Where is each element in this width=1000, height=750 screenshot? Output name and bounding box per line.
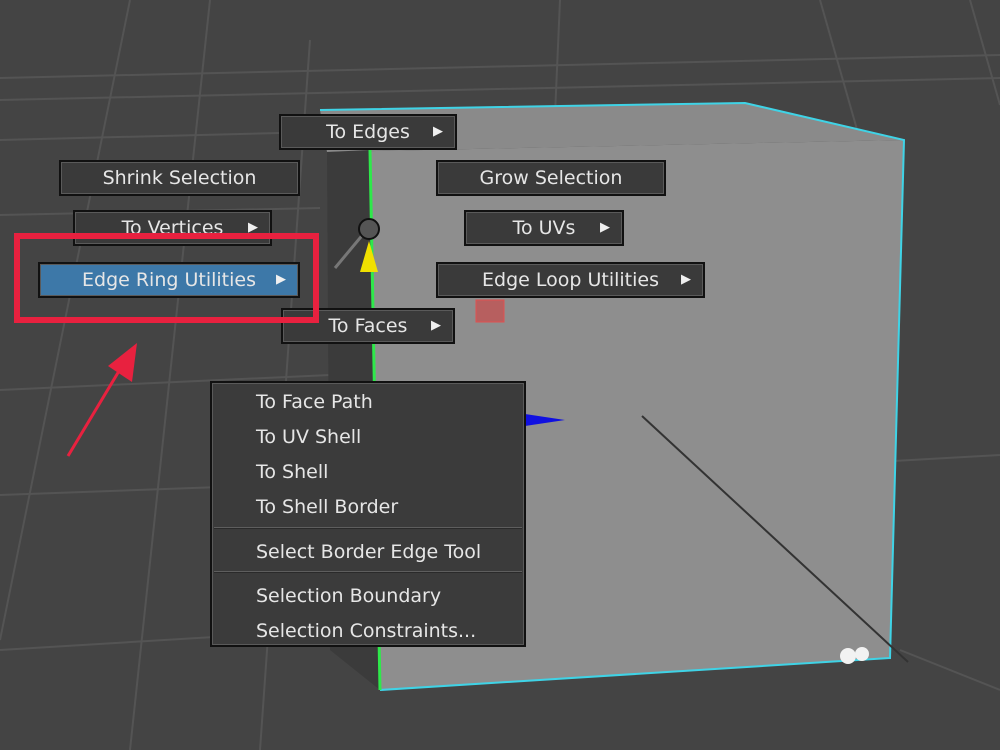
menu-to-uvs[interactable]: To UVs ▶: [464, 210, 624, 246]
manip-red-handle[interactable]: [475, 299, 505, 323]
submenu-arrow-icon: ▶: [431, 318, 441, 333]
manip-pivot-icon[interactable]: [358, 218, 380, 240]
menu-to-edges-label: To Edges: [326, 121, 410, 143]
menu-edge-loop-utilities-label: Edge Loop Utilities: [482, 269, 659, 291]
menu-separator: [214, 527, 522, 529]
menu-shrink-selection-label: Shrink Selection: [102, 167, 257, 189]
menu-item-selection-boundary[interactable]: Selection Boundary: [256, 585, 441, 607]
submenu-arrow-icon: ▶: [681, 272, 691, 287]
menu-item-to-shell-border[interactable]: To Shell Border: [256, 496, 398, 518]
menu-separator: [214, 571, 522, 573]
menu-item-selection-constraints[interactable]: Selection Constraints...: [256, 620, 476, 642]
menu-grow-selection-label: Grow Selection: [479, 167, 623, 189]
submenu-arrow-icon: ▶: [433, 124, 443, 139]
menu-to-faces-label: To Faces: [328, 315, 408, 337]
menu-item-to-shell[interactable]: To Shell: [256, 461, 328, 483]
context-menu[interactable]: To Face Path To UV Shell To Shell To She…: [210, 381, 526, 647]
corner-glyph-icon-2: [855, 647, 869, 661]
menu-shrink-selection[interactable]: Shrink Selection: [59, 160, 300, 196]
corner-glyph-icon: [840, 648, 856, 664]
menu-item-to-uv-shell[interactable]: To UV Shell: [256, 426, 361, 448]
menu-item-to-face-path[interactable]: To Face Path: [256, 391, 373, 413]
submenu-arrow-icon: ▶: [600, 220, 610, 235]
menu-grow-selection[interactable]: Grow Selection: [436, 160, 666, 196]
menu-to-uvs-label: To UVs: [512, 217, 576, 239]
menu-to-edges[interactable]: To Edges ▶: [279, 114, 457, 150]
annotation-arrow: [66, 343, 137, 457]
menu-edge-loop-utilities[interactable]: Edge Loop Utilities ▶: [436, 262, 705, 298]
menu-item-select-border-edge-tool[interactable]: Select Border Edge Tool: [256, 541, 481, 563]
red-arrow-icon: [108, 343, 137, 382]
annotation-highlight-box: [14, 233, 319, 323]
